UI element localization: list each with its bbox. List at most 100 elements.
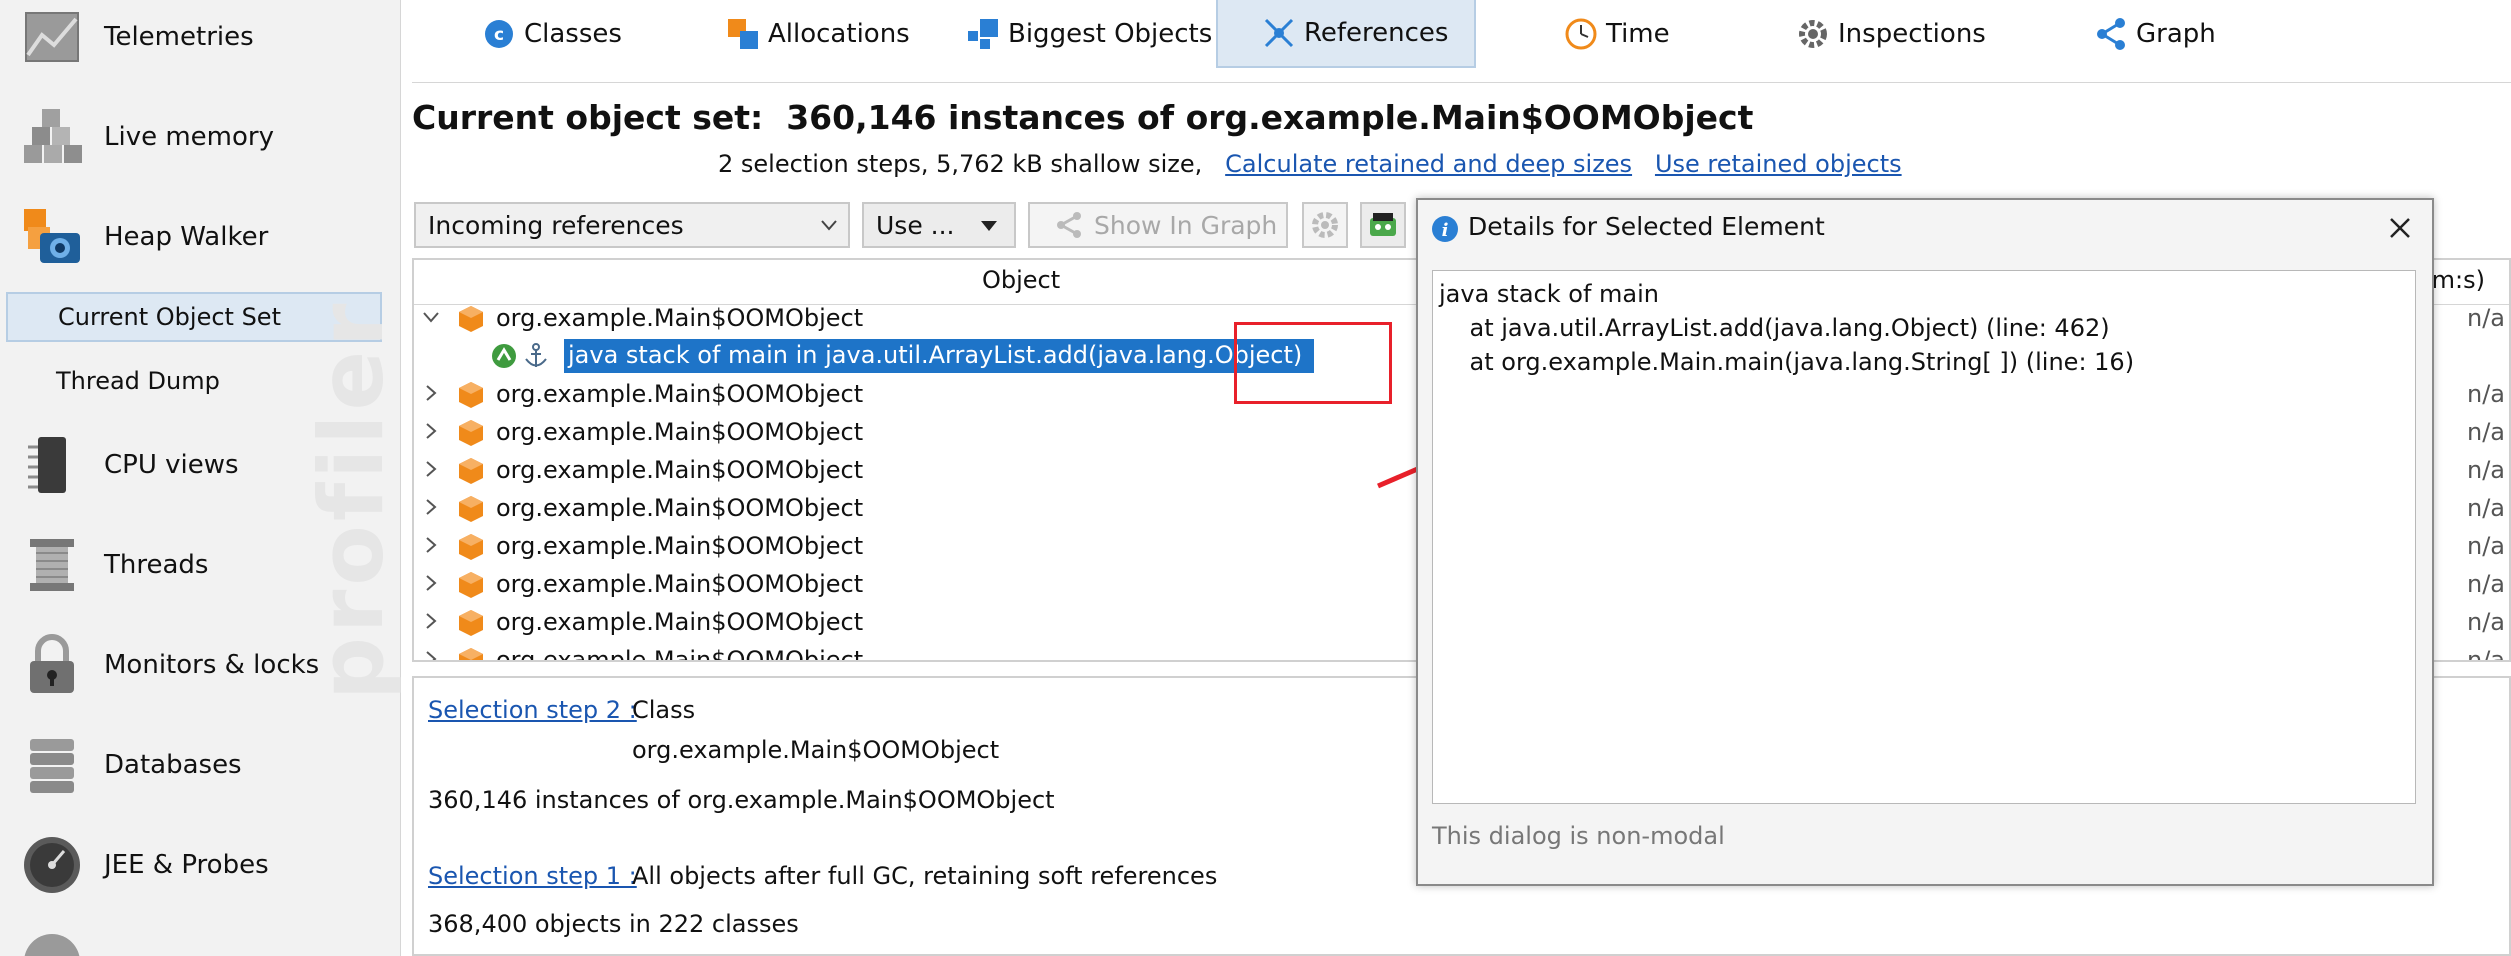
cpu-views-icon [28,437,66,493]
details-dialog: i Details for Selected Element java stac… [1416,198,2434,886]
sidebar-item-label: Heap Walker [104,222,269,252]
row-value: n/a [2466,532,2505,560]
details-textarea[interactable]: java stack of main at java.util.ArrayLis… [1432,270,2416,804]
step-2-class: org.example.Main$OOMObject [632,736,1000,764]
step-1-result: 368,400 objects in 222 classes [428,910,799,938]
row-value: n/a [2466,608,2505,636]
column-object[interactable]: Object [982,266,1060,294]
calculate-retained-link[interactable]: Calculate retained and deep sizes [1225,150,1632,178]
selection-step-2-link[interactable]: Selection step 2 : [428,696,637,724]
show-in-graph-button[interactable]: Show In Graph [1028,202,1288,248]
object-cube-icon [459,496,483,522]
row-label: org.example.Main$OOMObject [496,494,864,522]
title-label: Current object set: [412,98,764,137]
use-retained-objects-link[interactable]: Use retained objects [1655,150,1902,178]
chevron-down-icon[interactable] [422,308,440,326]
live-memory-icon [24,109,82,163]
references-icon [1264,18,1294,48]
graph-icon [1057,212,1081,238]
row-label: org.example.Main$OOMObject [496,304,864,332]
tab-label: Graph [2136,19,2216,49]
allocations-icon [728,19,758,49]
page-title: Current object set: 360,146 instances of… [412,98,1753,137]
biggest-objects-icon [968,19,998,49]
tab-divider [412,82,2511,83]
annotation-highlight-box [1234,322,1392,404]
tab-time[interactable]: Time [1564,0,1670,68]
details-line: at org.example.Main.main(java.lang.Strin… [1439,348,2135,376]
row-label: org.example.Main$OOMObject [496,646,864,662]
tab-graph[interactable]: Graph [2094,0,2216,68]
close-icon[interactable] [2386,214,2414,242]
object-cube-icon [459,458,483,484]
stack-node-label: java stack of main in java.util.ArrayLis… [568,341,1303,369]
sidebar-item-live-memory[interactable]: Live memory [0,102,398,172]
sidebar-item-label: CPU views [104,450,239,480]
chevron-right-icon[interactable] [422,612,440,630]
tab-biggest-objects[interactable]: Biggest Objects [966,0,1212,68]
sidebar-item-heap-walker[interactable]: Heap Walker [0,202,398,272]
sidebar-item-databases[interactable]: Databases [0,730,398,800]
class-icon: c [485,20,513,48]
sidebar-item-label: Monitors & locks [104,650,320,680]
row-value: n/a [2466,304,2505,332]
sidebar-item-telemetries[interactable]: Telemetries [0,2,398,72]
step-1-description: All objects after full GC, retaining sof… [632,862,1218,890]
gauge-icon [24,837,80,893]
chevron-right-icon[interactable] [422,384,440,402]
row-label: org.example.Main$OOMObject [496,380,864,408]
row-label: org.example.Main$OOMObject [496,418,864,446]
show-in-graph-label: Show In Graph [1094,210,1278,240]
settings-button[interactable] [1302,202,1348,248]
use-button[interactable]: Use ... [862,202,1016,248]
anchor-icon [525,343,547,367]
row-label: org.example.Main$OOMObject [496,532,864,560]
row-value: n/a [2466,646,2505,662]
object-cube-icon [459,382,483,408]
chevron-right-icon[interactable] [422,574,440,592]
inspect-button[interactable] [1360,202,1406,248]
sidebar-item-label: Threads [104,550,209,580]
chevron-right-icon[interactable] [422,650,440,662]
chevron-right-icon[interactable] [422,460,440,478]
sidebar-item-label: Thread Dump [56,367,220,395]
chevron-right-icon[interactable] [422,536,440,554]
row-label: org.example.Main$OOMObject [496,570,864,598]
chevron-right-icon[interactable] [422,498,440,516]
use-button-label: Use ... [876,210,955,240]
selection-step-1-link[interactable]: Selection step 1 : [428,862,637,890]
tab-allocations[interactable]: Allocations [726,0,910,68]
sidebar: Telemetries Live memory Heap Walker Curr… [0,0,403,956]
tab-references[interactable]: References [1216,0,1476,68]
step-2-result: 360,146 instances of org.example.Main$OO… [428,786,1055,814]
view-select-value: Incoming references [428,210,684,240]
heap-walker-icon [24,209,80,263]
row-value: n/a [2466,456,2505,484]
tab-label: Allocations [768,19,910,49]
threads-icon [30,539,74,591]
sidebar-item-label: Current Object Set [58,303,281,331]
details-line: java stack of main [1439,280,1659,308]
column-time[interactable]: m:s) [2432,266,2485,294]
graph-icon [2097,18,2125,50]
row-value: n/a [2466,570,2505,598]
tab-classes[interactable]: c Classes [482,0,622,68]
view-select[interactable]: Incoming references [414,202,850,248]
dropdown-arrow-icon [981,221,997,231]
sidebar-item-jee-probes[interactable]: JEE & Probes [0,830,398,900]
dialog-title: Details for Selected Element [1468,212,1825,241]
title-value: 360,146 instances of org.example.Main$OO… [786,98,1754,137]
chevron-right-icon[interactable] [422,422,440,440]
tab-inspections[interactable]: Inspections [1796,0,1986,68]
svg-text:i: i [1442,220,1449,241]
gear-icon [1312,212,1338,238]
row-label: org.example.Main$OOMObject [496,456,864,484]
tab-label: References [1304,18,1449,48]
row-value: n/a [2466,418,2505,446]
tab-label: Classes [524,19,622,49]
clock-icon [1565,18,1597,50]
selected-stack-node[interactable]: java stack of main in java.util.ArrayLis… [564,339,1448,373]
object-cube-icon [459,420,483,446]
gear-icon [1799,20,1827,48]
sidebar-item-label: JEE & Probes [104,850,269,880]
